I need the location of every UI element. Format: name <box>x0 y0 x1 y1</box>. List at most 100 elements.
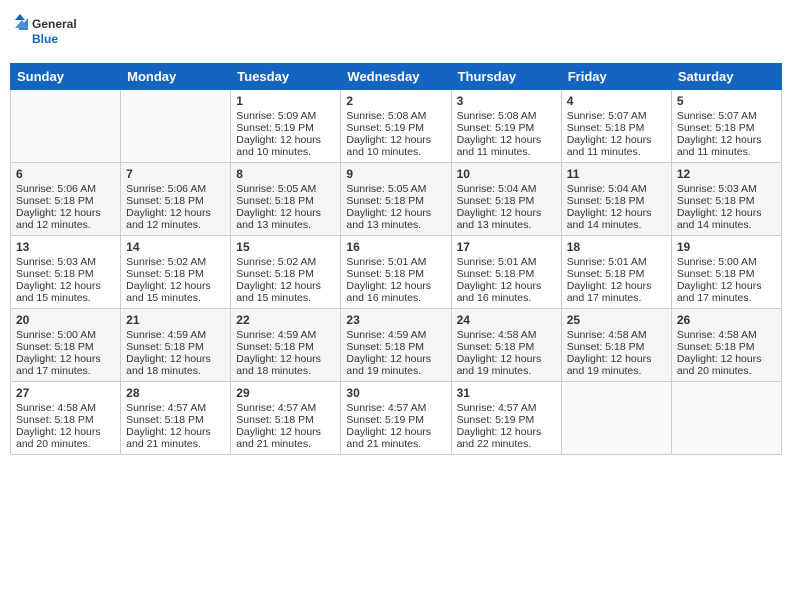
day-info: Sunrise: 4:59 AM <box>346 329 445 341</box>
day-info: Sunrise: 5:07 AM <box>677 110 776 122</box>
calendar-cell <box>121 90 231 163</box>
day-number: 13 <box>16 240 115 254</box>
calendar-header-row: SundayMondayTuesdayWednesdayThursdayFrid… <box>11 64 782 90</box>
calendar-cell: 20Sunrise: 5:00 AMSunset: 5:18 PMDayligh… <box>11 309 121 382</box>
day-info: Sunrise: 5:01 AM <box>567 256 666 268</box>
day-info: Daylight: 12 hours and 11 minutes. <box>567 134 666 158</box>
day-info: Daylight: 12 hours and 15 minutes. <box>236 280 335 304</box>
calendar-cell: 26Sunrise: 4:58 AMSunset: 5:18 PMDayligh… <box>671 309 781 382</box>
day-info: Daylight: 12 hours and 14 minutes. <box>567 207 666 231</box>
day-info: Sunset: 5:18 PM <box>677 341 776 353</box>
day-info: Daylight: 12 hours and 12 minutes. <box>126 207 225 231</box>
day-info: Sunrise: 4:57 AM <box>457 402 556 414</box>
calendar-cell: 7Sunrise: 5:06 AMSunset: 5:18 PMDaylight… <box>121 163 231 236</box>
logo: General Blue <box>10 10 90 55</box>
day-info: Daylight: 12 hours and 21 minutes. <box>346 426 445 450</box>
calendar-cell: 13Sunrise: 5:03 AMSunset: 5:18 PMDayligh… <box>11 236 121 309</box>
day-header-thursday: Thursday <box>451 64 561 90</box>
day-info: Sunrise: 4:59 AM <box>236 329 335 341</box>
day-info: Daylight: 12 hours and 13 minutes. <box>457 207 556 231</box>
calendar-week-5: 27Sunrise: 4:58 AMSunset: 5:18 PMDayligh… <box>11 382 782 455</box>
day-info: Sunrise: 5:05 AM <box>236 183 335 195</box>
calendar-week-4: 20Sunrise: 5:00 AMSunset: 5:18 PMDayligh… <box>11 309 782 382</box>
day-number: 25 <box>567 313 666 327</box>
calendar-cell: 30Sunrise: 4:57 AMSunset: 5:19 PMDayligh… <box>341 382 451 455</box>
calendar-cell: 16Sunrise: 5:01 AMSunset: 5:18 PMDayligh… <box>341 236 451 309</box>
day-number: 12 <box>677 167 776 181</box>
calendar-week-1: 1Sunrise: 5:09 AMSunset: 5:19 PMDaylight… <box>11 90 782 163</box>
day-info: Daylight: 12 hours and 17 minutes. <box>16 353 115 377</box>
day-info: Sunrise: 5:08 AM <box>457 110 556 122</box>
calendar-cell: 31Sunrise: 4:57 AMSunset: 5:19 PMDayligh… <box>451 382 561 455</box>
calendar-cell: 22Sunrise: 4:59 AMSunset: 5:18 PMDayligh… <box>231 309 341 382</box>
calendar-cell: 9Sunrise: 5:05 AMSunset: 5:18 PMDaylight… <box>341 163 451 236</box>
calendar-cell: 4Sunrise: 5:07 AMSunset: 5:18 PMDaylight… <box>561 90 671 163</box>
day-info: Sunset: 5:18 PM <box>236 341 335 353</box>
day-info: Sunset: 5:18 PM <box>236 268 335 280</box>
day-info: Sunrise: 5:09 AM <box>236 110 335 122</box>
calendar-cell: 27Sunrise: 4:58 AMSunset: 5:18 PMDayligh… <box>11 382 121 455</box>
day-info: Sunrise: 5:04 AM <box>567 183 666 195</box>
day-info: Sunrise: 5:06 AM <box>126 183 225 195</box>
page-header: General Blue <box>10 10 782 55</box>
calendar-cell <box>561 382 671 455</box>
day-number: 22 <box>236 313 335 327</box>
day-info: Sunrise: 4:58 AM <box>677 329 776 341</box>
day-info: Sunset: 5:18 PM <box>677 122 776 134</box>
day-info: Sunrise: 5:03 AM <box>677 183 776 195</box>
day-number: 4 <box>567 94 666 108</box>
day-info: Sunrise: 5:01 AM <box>457 256 556 268</box>
day-info: Daylight: 12 hours and 11 minutes. <box>677 134 776 158</box>
day-info: Daylight: 12 hours and 10 minutes. <box>236 134 335 158</box>
day-info: Sunset: 5:18 PM <box>126 195 225 207</box>
day-info: Sunset: 5:18 PM <box>567 268 666 280</box>
day-info: Sunset: 5:18 PM <box>126 268 225 280</box>
day-info: Sunrise: 5:00 AM <box>677 256 776 268</box>
day-header-monday: Monday <box>121 64 231 90</box>
day-info: Sunrise: 5:02 AM <box>126 256 225 268</box>
day-number: 3 <box>457 94 556 108</box>
day-header-friday: Friday <box>561 64 671 90</box>
calendar-cell: 15Sunrise: 5:02 AMSunset: 5:18 PMDayligh… <box>231 236 341 309</box>
calendar-cell: 18Sunrise: 5:01 AMSunset: 5:18 PMDayligh… <box>561 236 671 309</box>
day-info: Sunset: 5:18 PM <box>16 268 115 280</box>
svg-text:Blue: Blue <box>32 32 58 46</box>
day-number: 21 <box>126 313 225 327</box>
day-number: 24 <box>457 313 556 327</box>
day-info: Sunset: 5:18 PM <box>457 268 556 280</box>
calendar-cell: 23Sunrise: 4:59 AMSunset: 5:18 PMDayligh… <box>341 309 451 382</box>
day-info: Sunrise: 4:57 AM <box>236 402 335 414</box>
day-number: 11 <box>567 167 666 181</box>
day-info: Daylight: 12 hours and 13 minutes. <box>346 207 445 231</box>
day-info: Sunset: 5:18 PM <box>346 268 445 280</box>
day-info: Sunset: 5:18 PM <box>567 122 666 134</box>
day-info: Sunset: 5:18 PM <box>457 195 556 207</box>
day-info: Daylight: 12 hours and 19 minutes. <box>567 353 666 377</box>
calendar-cell: 17Sunrise: 5:01 AMSunset: 5:18 PMDayligh… <box>451 236 561 309</box>
day-info: Sunrise: 4:57 AM <box>126 402 225 414</box>
day-info: Daylight: 12 hours and 18 minutes. <box>126 353 225 377</box>
day-number: 2 <box>346 94 445 108</box>
day-number: 9 <box>346 167 445 181</box>
day-info: Sunrise: 5:06 AM <box>16 183 115 195</box>
day-info: Daylight: 12 hours and 19 minutes. <box>346 353 445 377</box>
day-info: Daylight: 12 hours and 13 minutes. <box>236 207 335 231</box>
day-info: Sunset: 5:18 PM <box>677 268 776 280</box>
day-info: Sunset: 5:18 PM <box>677 195 776 207</box>
svg-text:General: General <box>32 17 77 31</box>
day-info: Sunrise: 5:05 AM <box>346 183 445 195</box>
day-number: 29 <box>236 386 335 400</box>
calendar-cell: 25Sunrise: 4:58 AMSunset: 5:18 PMDayligh… <box>561 309 671 382</box>
day-number: 28 <box>126 386 225 400</box>
calendar-cell: 24Sunrise: 4:58 AMSunset: 5:18 PMDayligh… <box>451 309 561 382</box>
calendar-cell: 19Sunrise: 5:00 AMSunset: 5:18 PMDayligh… <box>671 236 781 309</box>
day-info: Sunset: 5:18 PM <box>16 195 115 207</box>
day-info: Sunset: 5:19 PM <box>346 414 445 426</box>
calendar-cell: 6Sunrise: 5:06 AMSunset: 5:18 PMDaylight… <box>11 163 121 236</box>
day-info: Sunset: 5:18 PM <box>236 414 335 426</box>
calendar-cell: 10Sunrise: 5:04 AMSunset: 5:18 PMDayligh… <box>451 163 561 236</box>
calendar-cell: 28Sunrise: 4:57 AMSunset: 5:18 PMDayligh… <box>121 382 231 455</box>
day-number: 31 <box>457 386 556 400</box>
day-number: 15 <box>236 240 335 254</box>
day-info: Daylight: 12 hours and 15 minutes. <box>126 280 225 304</box>
